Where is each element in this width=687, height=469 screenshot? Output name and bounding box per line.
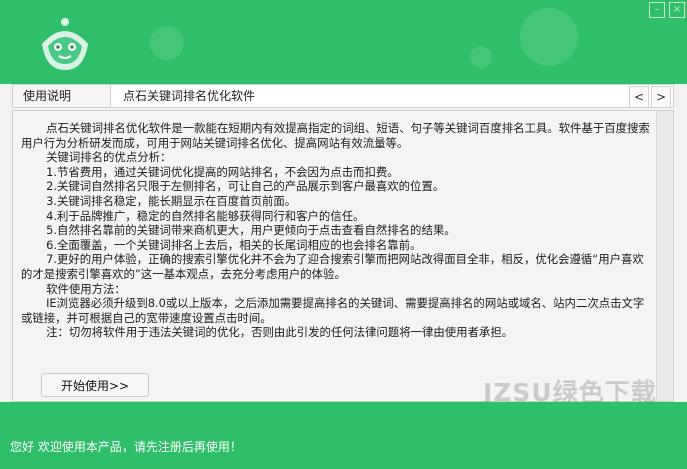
status-bar: 您好 欢迎使用本产品，请先注册后再使用！ (0, 402, 687, 469)
tab-instructions[interactable]: 使用说明 (13, 85, 111, 107)
intro-paragraph: 点石关键词排名优化软件是一款能在短期内有效提高指定的词组、短语、句子等关键词百度… (21, 121, 650, 150)
advantages-heading: 关键词排名的优点分析： (46, 150, 172, 165)
advantage-item: 2.关键词自然排名只限于左侧排名，可让自己的产品展示到客户最喜欢的位置。 (46, 179, 445, 194)
vertical-scrollbar[interactable] (656, 111, 673, 401)
decor-bubble (520, 8, 578, 66)
usage-instructions: IE浏览器必须升级到8.0或以上版本，之后添加需要提高排名的关键词、需要提高排名… (21, 296, 645, 325)
instructions-text: 点石关键词排名优化软件是一款能在短期内有效提高指定的词组、短语、句子等关键词百度… (13, 111, 657, 365)
decor-bubble (150, 26, 184, 60)
status-message: 您好 欢迎使用本产品，请先注册后再使用！ (10, 440, 242, 454)
advantage-item: 4.利于品牌推广，稳定的自然排名能够获得同行和客户的信任。 (46, 208, 365, 223)
legal-note: 注：切勿将软件用于违法关键词的优化，否则由此引发的任何法律问题将一律由使用者承担… (46, 325, 514, 340)
window-controls: – × (649, 2, 685, 18)
close-icon[interactable]: × (669, 2, 685, 18)
tab-next-button[interactable]: > (651, 86, 671, 108)
start-button[interactable]: 开始使用>> (41, 373, 149, 397)
advantage-item: 7.更好的用户体验，正确的搜索引擎优化并不会为了迎合搜索引擎而把网站改得面目全非… (21, 252, 644, 281)
app-window: – × 使用说明 点石关键词排名优化软件 < > 点石关键词排名优化软件是一款能… (0, 0, 687, 469)
advantage-item: 1.节省费用，通过关键词优化提高的网站排名，不会因为点击而扣费。 (46, 164, 399, 179)
tab-software-title[interactable]: 点石关键词排名优化软件 (113, 85, 265, 107)
tab-bar: 使用说明 点石关键词排名优化软件 < > (12, 84, 674, 108)
advantage-item: 5.自然排名靠前的关键词带来商机更大，用户更倾向于点击查看自然排名的结果。 (46, 223, 456, 238)
header-banner: – × (0, 0, 687, 84)
minimize-icon[interactable]: – (649, 2, 665, 18)
advantage-item: 6.全面覆盖，一个关键词排名上去后，相关的长尾词相应的也会排名靠前。 (46, 237, 422, 252)
decor-bubble (470, 46, 492, 68)
instructions-panel: 点石关键词排名优化软件是一款能在短期内有效提高指定的词组、短语、句子等关键词百度… (12, 110, 674, 407)
advantage-item: 3.关键词排名稳定，能长期显示在百度首页前面。 (46, 193, 297, 208)
mascot-logo-icon (42, 18, 88, 70)
usage-heading: 软件使用方法： (46, 281, 126, 296)
tab-prev-button[interactable]: < (629, 86, 649, 108)
